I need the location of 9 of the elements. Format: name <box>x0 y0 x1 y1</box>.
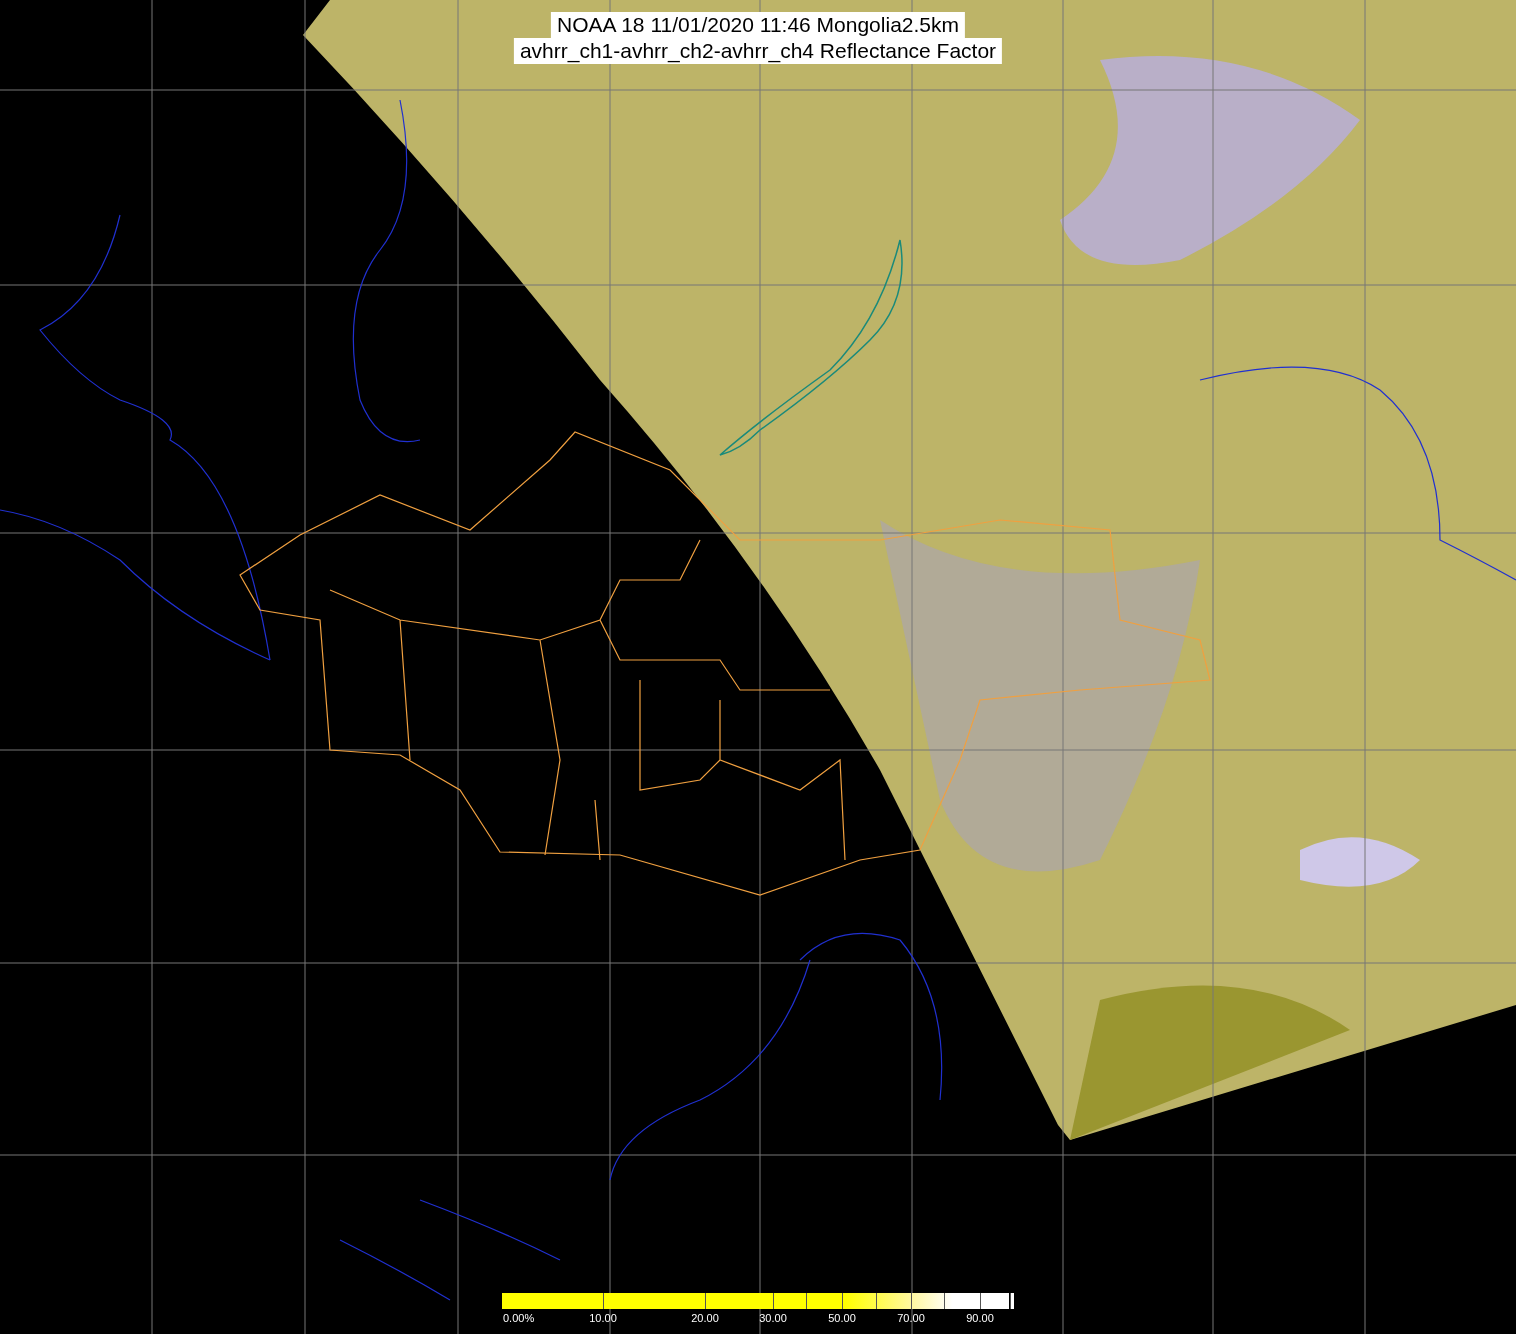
scale-label: 30.00 <box>759 1312 787 1324</box>
scale-label: 70.00 <box>897 1312 925 1324</box>
map-title: avhrr_ch1-avhrr_ch2-avhrr_ch4 Reflectance Factor <box>513 38 1003 64</box>
scale-label: 90.00 <box>966 1312 994 1324</box>
map-title: NOAA 18 11/01/2020 11:46 Mongolia2.5km <box>551 12 965 38</box>
scale-label: 0.00% <box>503 1312 535 1324</box>
scale-label: 50.00 <box>828 1312 856 1324</box>
scale-label: 10.00 <box>589 1312 617 1324</box>
scale-label: 20.00 <box>691 1312 719 1324</box>
